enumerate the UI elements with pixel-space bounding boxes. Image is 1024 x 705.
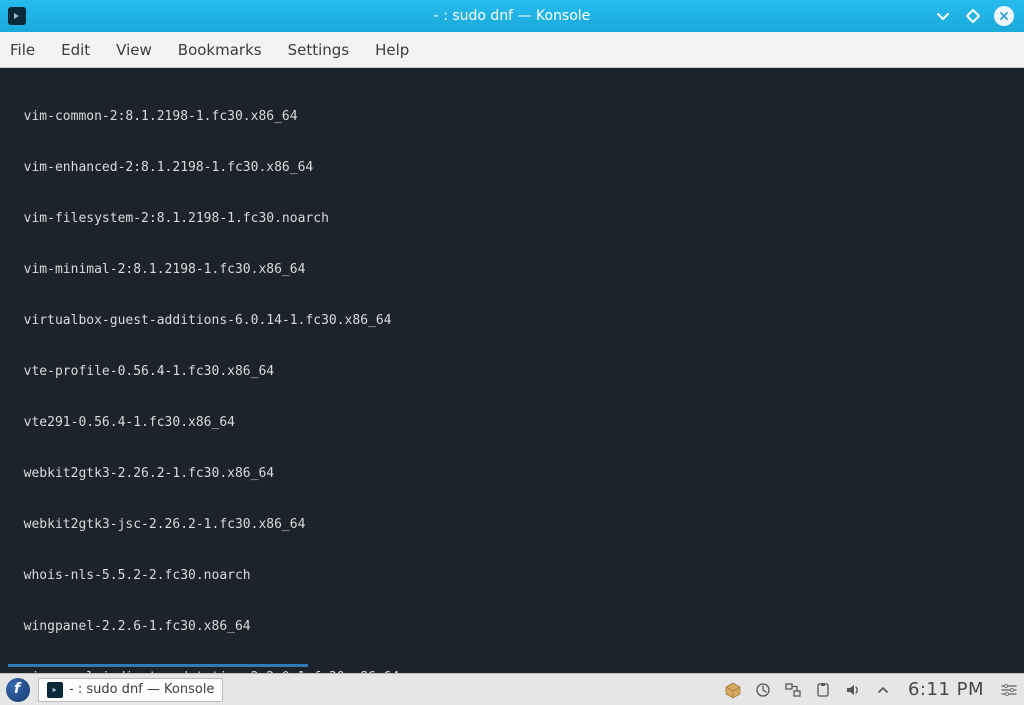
clipboard-icon[interactable] <box>814 681 832 699</box>
updates-icon[interactable] <box>754 681 772 699</box>
titlebar: - : sudo dnf — Konsole <box>0 0 1024 32</box>
menu-file[interactable]: File <box>10 41 35 59</box>
package-line: webkit2gtk3-2.26.2-1.fc30.x86_64 <box>8 465 1016 482</box>
window-controls <box>934 6 1024 26</box>
task-app-icon <box>47 682 63 698</box>
package-line: virtualbox-guest-additions-6.0.14-1.fc30… <box>8 312 1016 329</box>
task-entry-konsole[interactable]: - : sudo dnf — Konsole <box>38 678 223 702</box>
minimize-icon[interactable] <box>934 7 952 25</box>
volume-icon[interactable] <box>844 681 862 699</box>
close-icon[interactable] <box>994 6 1014 26</box>
scroll-indicator <box>8 664 308 667</box>
window-title: - : sudo dnf — Konsole <box>0 8 1024 24</box>
system-tray: 6:11 PM <box>724 679 1018 700</box>
package-line: vte291-0.56.4-1.fc30.x86_64 <box>8 414 1016 431</box>
package-line: webkit2gtk3-jsc-2.26.2-1.fc30.x86_64 <box>8 516 1016 533</box>
menubar: File Edit View Bookmarks Settings Help <box>0 32 1024 68</box>
menu-edit[interactable]: Edit <box>61 41 90 59</box>
panel-settings-icon[interactable] <box>1000 683 1018 697</box>
app-icon <box>8 7 26 25</box>
package-line: wingpanel-2.2.6-1.fc30.x86_64 <box>8 618 1016 635</box>
package-line: vte-profile-0.56.4-1.fc30.x86_64 <box>8 363 1016 380</box>
terminal-output: vim-common-2:8.1.2198-1.fc30.x86_64 vim-… <box>8 74 1016 673</box>
menu-view[interactable]: View <box>116 41 152 59</box>
panel: f - : sudo dnf — Konsole 6:11 PM <box>0 673 1024 705</box>
fedora-icon: f <box>14 681 20 697</box>
terminal[interactable]: vim-common-2:8.1.2198-1.fc30.x86_64 vim-… <box>0 68 1024 673</box>
network-icon[interactable] <box>784 681 802 699</box>
tray-arrow-icon[interactable] <box>874 681 892 699</box>
package-line: vim-minimal-2:8.1.2198-1.fc30.x86_64 <box>8 261 1016 278</box>
package-line: vim-filesystem-2:8.1.2198-1.fc30.noarch <box>8 210 1016 227</box>
package-line: vim-common-2:8.1.2198-1.fc30.x86_64 <box>8 108 1016 125</box>
menu-settings[interactable]: Settings <box>288 41 350 59</box>
task-label: - : sudo dnf — Konsole <box>69 682 214 697</box>
launcher-button[interactable]: f <box>6 678 30 702</box>
titlebar-left <box>0 7 26 25</box>
package-line: whois-nls-5.5.2-2.fc30.noarch <box>8 567 1016 584</box>
menu-bookmarks[interactable]: Bookmarks <box>178 41 262 59</box>
package-icon[interactable] <box>724 681 742 699</box>
menu-help[interactable]: Help <box>375 41 409 59</box>
clock[interactable]: 6:11 PM <box>904 679 988 700</box>
maximize-icon[interactable] <box>964 7 982 25</box>
package-line: vim-enhanced-2:8.1.2198-1.fc30.x86_64 <box>8 159 1016 176</box>
